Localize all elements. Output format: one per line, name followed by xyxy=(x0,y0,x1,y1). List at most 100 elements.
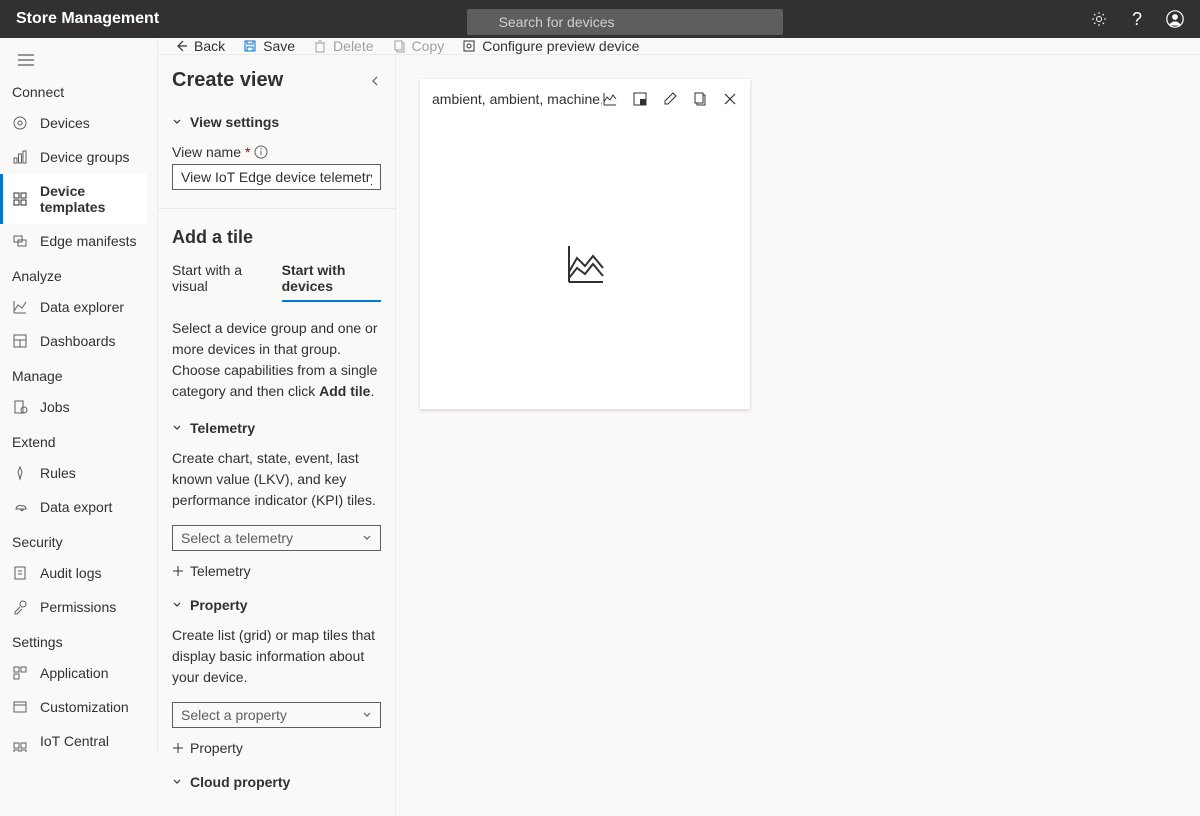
nav-label: Jobs xyxy=(40,399,70,415)
view-settings-label: View settings xyxy=(190,114,279,130)
search-input[interactable] xyxy=(467,9,783,35)
sidebar-item-rules[interactable]: Rules xyxy=(0,456,157,490)
tile-card[interactable]: ambient, ambient, machine, macl xyxy=(420,79,750,409)
property-description: Create list (grid) or map tiles that dis… xyxy=(172,625,381,688)
sidebar-item-dashboards[interactable]: Dashboards xyxy=(0,324,157,358)
save-button[interactable]: Save xyxy=(243,38,295,54)
toolbar: Back Save Delete Copy Configure preview … xyxy=(158,38,1200,55)
sidebar: Connect Devices Device groups Device tem… xyxy=(0,38,158,752)
nav-label: IoT Central Home xyxy=(40,733,145,752)
chevron-down-icon xyxy=(172,423,182,433)
nav-label: Device groups xyxy=(40,149,130,165)
copy-label: Copy xyxy=(412,38,445,54)
property-toggle[interactable]: Property xyxy=(172,593,381,617)
plus-icon xyxy=(172,742,184,754)
add-property-label: Property xyxy=(190,740,243,756)
hamburger-menu[interactable] xyxy=(0,46,157,74)
sidebar-item-application[interactable]: Application xyxy=(0,656,157,690)
data-export-icon xyxy=(12,499,28,515)
tile-edit-icon[interactable] xyxy=(662,91,678,107)
rules-icon xyxy=(12,465,28,481)
account-icon[interactable] xyxy=(1166,10,1184,28)
nav-label: Data export xyxy=(40,499,112,515)
chevron-down-icon xyxy=(362,710,372,720)
iot-central-home-icon xyxy=(12,741,28,752)
nav-label: Customization xyxy=(40,699,129,715)
tile-size-icon[interactable] xyxy=(632,91,648,107)
property-select[interactable]: Select a property xyxy=(172,702,381,728)
customization-icon xyxy=(12,699,28,715)
info-icon[interactable] xyxy=(254,145,268,159)
app-header: Store Management ? xyxy=(0,0,1200,38)
sidebar-item-iot-central-home[interactable]: IoT Central Home xyxy=(0,724,157,752)
delete-button[interactable]: Delete xyxy=(313,38,373,54)
edge-manifests-icon xyxy=(12,233,28,249)
tab-start-visual[interactable]: Start with a visual xyxy=(172,262,264,302)
nav-label: Permissions xyxy=(40,599,116,615)
copy-button[interactable]: Copy xyxy=(392,38,445,54)
tile-copy-icon[interactable] xyxy=(692,91,708,107)
view-settings-toggle[interactable]: View settings xyxy=(172,110,381,134)
nav-label: Rules xyxy=(40,465,76,481)
tile-close-icon[interactable] xyxy=(722,91,738,107)
view-name-input[interactable] xyxy=(172,164,381,190)
tile-title: ambient, ambient, machine, macl xyxy=(432,91,602,107)
sidebar-item-device-templates[interactable]: Device templates xyxy=(0,174,147,224)
sidebar-item-data-export[interactable]: Data export xyxy=(0,490,157,524)
nav-section-manage: Manage xyxy=(0,358,157,390)
chart-placeholder-icon xyxy=(563,242,607,286)
cloud-property-toggle[interactable]: Cloud property xyxy=(172,770,381,794)
nav-label: Devices xyxy=(40,115,90,131)
telemetry-select[interactable]: Select a telemetry xyxy=(172,525,381,551)
settings-icon[interactable] xyxy=(1090,10,1108,28)
device-templates-icon xyxy=(12,191,28,207)
nav-section-extend: Extend xyxy=(0,424,157,456)
nav-label: Application xyxy=(40,665,109,681)
delete-label: Delete xyxy=(333,38,373,54)
sidebar-item-customization[interactable]: Customization xyxy=(0,690,157,724)
add-telemetry-button[interactable]: Telemetry xyxy=(172,563,381,579)
sidebar-item-permissions[interactable]: Permissions xyxy=(0,590,157,624)
collapse-panel-icon[interactable] xyxy=(369,75,381,87)
configure-preview-button[interactable]: Configure preview device xyxy=(462,38,639,54)
dashboards-icon xyxy=(12,333,28,349)
telemetry-toggle[interactable]: Telemetry xyxy=(172,416,381,440)
nav-section-settings: Settings xyxy=(0,624,157,656)
add-telemetry-label: Telemetry xyxy=(190,563,251,579)
chevron-down-icon xyxy=(172,117,182,127)
nav-label: Edge manifests xyxy=(40,233,137,249)
jobs-icon xyxy=(12,399,28,415)
devices-icon xyxy=(12,115,28,131)
tab-start-devices[interactable]: Start with devices xyxy=(282,262,381,302)
sidebar-item-devices[interactable]: Devices xyxy=(0,106,157,140)
back-label: Back xyxy=(194,38,225,54)
sidebar-item-data-explorer[interactable]: Data explorer xyxy=(0,290,157,324)
panel-title: Create view xyxy=(172,69,283,92)
nav-label: Data explorer xyxy=(40,299,124,315)
property-select-placeholder: Select a property xyxy=(181,707,287,723)
audit-logs-icon xyxy=(12,565,28,581)
nav-section-analyze: Analyze xyxy=(0,258,157,290)
help-icon[interactable]: ? xyxy=(1128,10,1146,28)
sidebar-item-audit-logs[interactable]: Audit logs xyxy=(0,556,157,590)
telemetry-select-placeholder: Select a telemetry xyxy=(181,530,293,546)
sidebar-item-jobs[interactable]: Jobs xyxy=(0,390,157,424)
save-label: Save xyxy=(263,38,295,54)
add-tile-title: Add a tile xyxy=(172,227,381,248)
permissions-icon xyxy=(12,599,28,615)
nav-label: Device templates xyxy=(40,183,135,215)
chevron-down-icon xyxy=(362,533,372,543)
nav-section-security: Security xyxy=(0,524,157,556)
device-groups-icon xyxy=(12,149,28,165)
sidebar-item-edge-manifests[interactable]: Edge manifests xyxy=(0,224,157,258)
back-button[interactable]: Back xyxy=(174,38,225,54)
telemetry-description: Create chart, state, event, last known v… xyxy=(172,448,381,511)
view-name-label: View name * xyxy=(172,144,381,160)
configure-label: Configure preview device xyxy=(482,38,639,54)
nav-label: Audit logs xyxy=(40,565,101,581)
sidebar-item-device-groups[interactable]: Device groups xyxy=(0,140,157,174)
nav-section-connect: Connect xyxy=(0,74,157,106)
nav-label: Dashboards xyxy=(40,333,116,349)
add-property-button[interactable]: Property xyxy=(172,740,381,756)
tile-chart-type-icon[interactable] xyxy=(602,91,618,107)
